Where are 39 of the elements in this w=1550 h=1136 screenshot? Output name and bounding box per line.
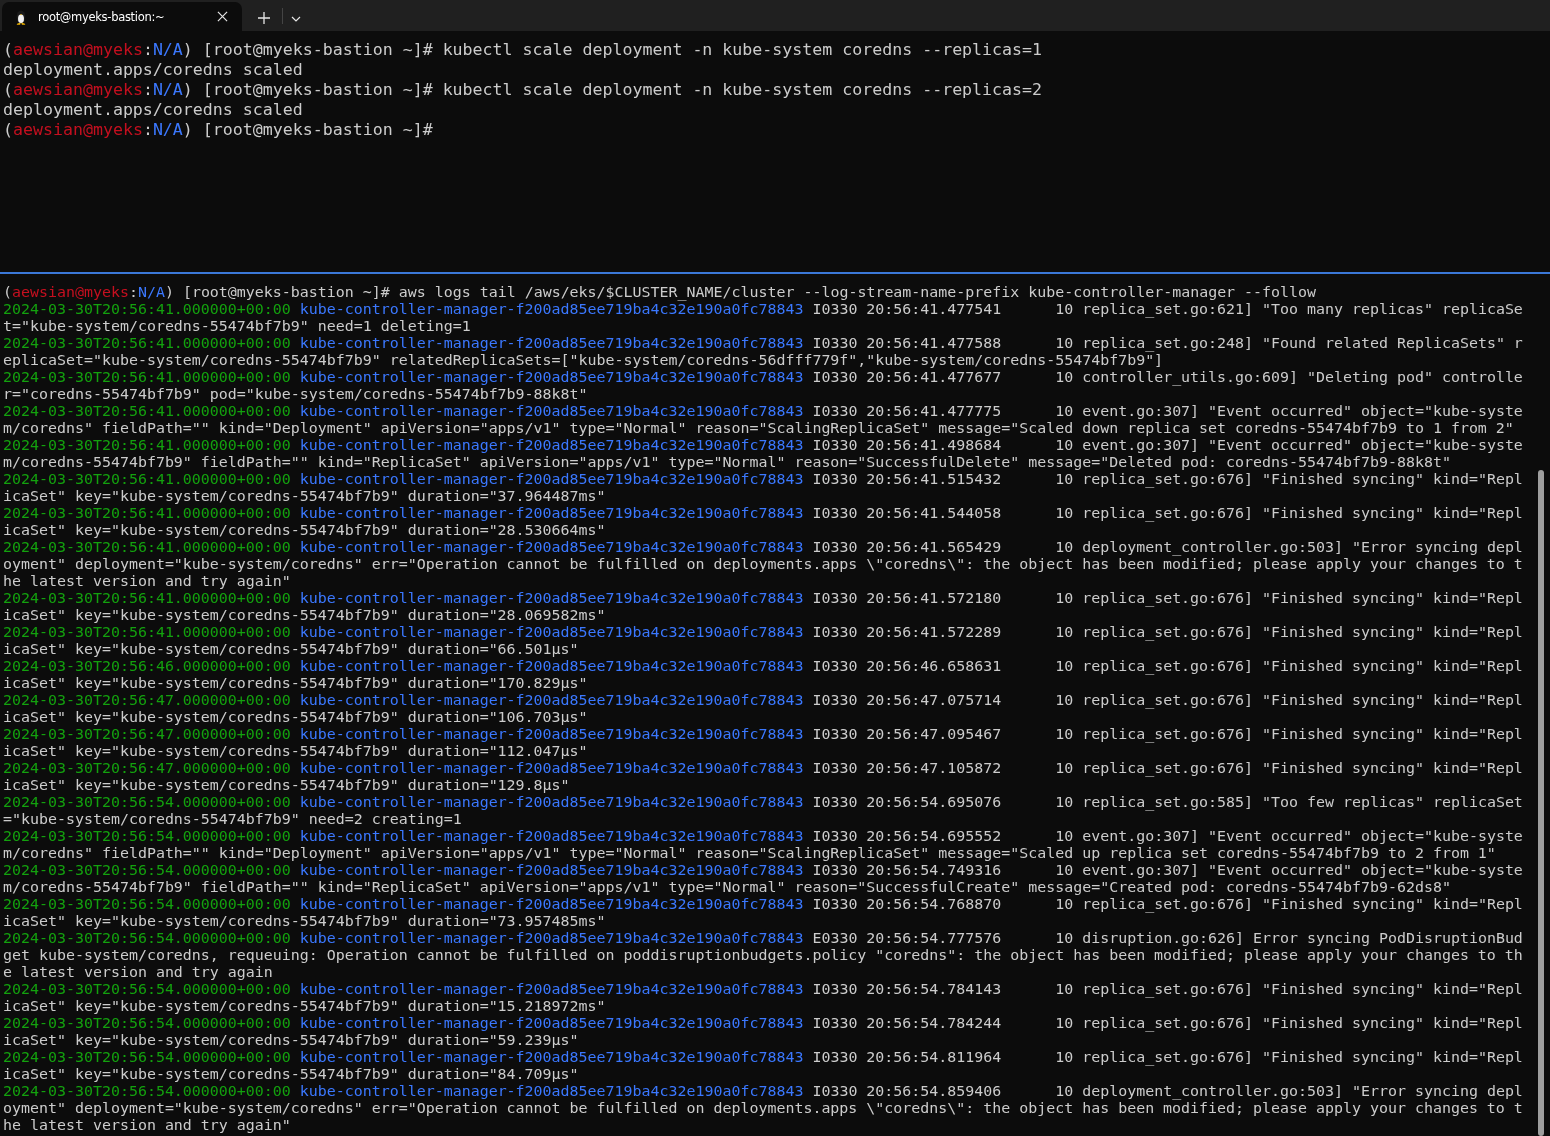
log-entry: 2024-03-30T20:56:54.000000+00:00 kube-controller-manager-f200ad85ee719ba4c32e190a0fc78843 I0330 20:56:54.811964 10 replica_set.go:676] "Finished syncing" kind="ReplicaSet" key="kube-system/coredns-55474bf7b9" duration="84.709µs": [3, 1049, 1524, 1083]
shell-prompt: (aewsian@myeks:N/A) [root@myeks-bastion ~]#: [3, 40, 433, 59]
shell-prompt: (aewsian@myeks:N/A) [root@myeks-bastion ~]#: [3, 283, 390, 301]
log-entry: 2024-03-30T20:56:41.000000+00:00 kube-controller-manager-f200ad85ee719ba4c32e190a0fc78843 I0330 20:56:41.477677 10 controller_utils.go:609] "Deleting pod" controller="coredns-55474bf7b9" pod="kube-system/coredns-55474bf7b9-88k8t": [3, 369, 1524, 403]
log-entry: 2024-03-30T20:56:46.000000+00:00 kube-controller-manager-f200ad85ee719ba4c32e190a0fc78843 I0330 20:56:46.658631 10 replica_set.go:676] "Finished syncing" kind="ReplicaSet" key="kube-system/coredns-55474bf7b9" duration="170.829µs": [3, 658, 1524, 692]
log-entry: 2024-03-30T20:56:41.000000+00:00 kube-controller-manager-f200ad85ee719ba4c32e190a0fc78843 I0330 20:56:41.477541 10 replica_set.go:621] "Too many replicas" replicaSet="kube-system/coredns-55474bf7b9" need=1 deleting=1: [3, 301, 1524, 335]
scrollbar-thumb[interactable]: [1538, 470, 1544, 1136]
penguin-icon: [14, 8, 28, 25]
log-entry: 2024-03-30T20:56:41.000000+00:00 kube-controller-manager-f200ad85ee719ba4c32e190a0fc78843 I0330 20:56:41.572289 10 replica_set.go:676] "Finished syncing" kind="ReplicaSet" key="kube-system/coredns-55474bf7b9" duration="66.501µs": [3, 624, 1524, 658]
log-entry: 2024-03-30T20:56:41.000000+00:00 kube-controller-manager-f200ad85ee719ba4c32e190a0fc78843 I0330 20:56:41.565429 10 deployment_controller.go:503] "Error syncing deployment" deployment="kube-system/coredns" err="Operation cannot be fulfilled on deployments.apps \"coredns\": the object has been modified; please apply your changes to the latest version and try again": [3, 539, 1524, 590]
log-entry: 2024-03-30T20:56:54.000000+00:00 kube-controller-manager-f200ad85ee719ba4c32e190a0fc78843 I0330 20:56:54.695076 10 replica_set.go:585] "Too few replicas" replicaSet="kube-system/coredns-55474bf7b9" need=2 creating=1: [3, 794, 1524, 828]
output-text: deployment.apps/coredns scaled: [3, 100, 303, 119]
tab-title: root@myeks-bastion:~: [38, 9, 166, 24]
log-entry: 2024-03-30T20:56:54.000000+00:00 kube-controller-manager-f200ad85ee719ba4c32e190a0fc78843 I0330 20:56:54.784143 10 replica_set.go:676] "Finished syncing" kind="ReplicaSet" key="kube-system/coredns-55474bf7b9" duration="15.218972ms": [3, 981, 1524, 1015]
log-entry: 2024-03-30T20:56:41.000000+00:00 kube-controller-manager-f200ad85ee719ba4c32e190a0fc78843 I0330 20:56:41.515432 10 replica_set.go:676] "Finished syncing" kind="ReplicaSet" key="kube-system/coredns-55474bf7b9" duration="37.964487ms": [3, 471, 1524, 505]
command-text: kubectl scale deployment -n kube-system coredns --replicas=2: [442, 80, 1043, 99]
close-icon: [217, 11, 228, 22]
log-entry: 2024-03-30T20:56:47.000000+00:00 kube-controller-manager-f200ad85ee719ba4c32e190a0fc78843 I0330 20:56:47.075714 10 replica_set.go:676] "Finished syncing" kind="ReplicaSet" key="kube-system/coredns-55474bf7b9" duration="106.703µs": [3, 692, 1524, 726]
shell-prompt: (aewsian@myeks:N/A) [root@myeks-bastion ~]#: [3, 120, 433, 139]
plus-icon: [258, 12, 270, 24]
log-entry: 2024-03-30T20:56:54.000000+00:00 kube-controller-manager-f200ad85ee719ba4c32e190a0fc78843 I0330 20:56:54.784244 10 replica_set.go:676] "Finished syncing" kind="ReplicaSet" key="kube-system/coredns-55474bf7b9" duration="59.239µs": [3, 1015, 1524, 1049]
terminal-tab[interactable]: root@myeks-bastion:~: [2, 2, 242, 31]
log-entry: 2024-03-30T20:56:47.000000+00:00 kube-controller-manager-f200ad85ee719ba4c32e190a0fc78843 I0330 20:56:47.095467 10 replica_set.go:676] "Finished syncing" kind="ReplicaSet" key="kube-system/coredns-55474bf7b9" duration="112.047µs": [3, 726, 1524, 760]
log-entry: 2024-03-30T20:56:54.000000+00:00 kube-controller-manager-f200ad85ee719ba4c32e190a0fc78843 E0330 20:56:54.777576 10 disruption.go:626] Error syncing PodDisruptionBudget kube-system/coredns, requeuing: Operation cannot be fulfilled on poddisruptionbudgets.policy "coredns": the object has been modified; please apply your changes to the latest version and try again: [3, 930, 1524, 981]
log-entry: 2024-03-30T20:56:41.000000+00:00 kube-controller-manager-f200ad85ee719ba4c32e190a0fc78843 I0330 20:56:41.477775 10 event.go:307] "Event occurred" object="kube-system/coredns" fieldPath="" kind="Deployment" apiVersion="apps/v1" type="Normal" reason="ScalingReplicaSet" message="Scaled down replica set coredns-55474bf7b9 to 1 from 2": [3, 403, 1524, 437]
log-entry: 2024-03-30T20:56:54.000000+00:00 kube-controller-manager-f200ad85ee719ba4c32e190a0fc78843 I0330 20:56:54.768870 10 replica_set.go:676] "Finished syncing" kind="ReplicaSet" key="kube-system/coredns-55474bf7b9" duration="73.957485ms": [3, 896, 1524, 930]
chevron-down-icon: [291, 16, 301, 22]
shell-prompt: (aewsian@myeks:N/A) [root@myeks-bastion ~]#: [3, 80, 433, 99]
log-entry: 2024-03-30T20:56:54.000000+00:00 kube-controller-manager-f200ad85ee719ba4c32e190a0fc78843 I0330 20:56:54.859406 10 deployment_controller.go:503] "Error syncing deployment" deployment="kube-system/coredns" err="Operation cannot be fulfilled on deployments.apps \"coredns\": the object has been modified; please apply your changes to the latest version and try again": [3, 1083, 1524, 1134]
log-entry: 2024-03-30T20:56:41.000000+00:00 kube-controller-manager-f200ad85ee719ba4c32e190a0fc78843 I0330 20:56:41.572180 10 replica_set.go:676] "Finished syncing" kind="ReplicaSet" key="kube-system/coredns-55474bf7b9" duration="28.069582ms": [3, 590, 1524, 624]
command-text: aws logs tail /aws/eks/$CLUSTER_NAME/cluster --log-stream-name-prefix kube-controller-manager --follow: [398, 283, 1317, 301]
log-entry: 2024-03-30T20:56:54.000000+00:00 kube-controller-manager-f200ad85ee719ba4c32e190a0fc78843 I0330 20:56:54.749316 10 event.go:307] "Event occurred" object="kube-system/coredns-55474bf7b9" fieldPath="" kind="ReplicaSet" apiVersion="apps/v1" type="Normal" reason="SuccessfulCreate" message="Created pod: coredns-55474bf7b9-62ds8": [3, 862, 1524, 896]
log-entry: 2024-03-30T20:56:54.000000+00:00 kube-controller-manager-f200ad85ee719ba4c32e190a0fc78843 I0330 20:56:54.695552 10 event.go:307] "Event occurred" object="kube-system/coredns" fieldPath="" kind="Deployment" apiVersion="apps/v1" type="Normal" reason="ScalingReplicaSet" message="Scaled up replica set coredns-55474bf7b9 to 2 from 1": [3, 828, 1524, 862]
output-text: deployment.apps/coredns scaled: [3, 60, 303, 79]
command-text: kubectl scale deployment -n kube-system coredns --replicas=1: [442, 40, 1043, 59]
log-entry: 2024-03-30T20:56:47.000000+00:00 kube-controller-manager-f200ad85ee719ba4c32e190a0fc78843 I0330 20:56:47.105872 10 replica_set.go:676] "Finished syncing" kind="ReplicaSet" key="kube-system/coredns-55474bf7b9" duration="129.8µs": [3, 760, 1524, 794]
log-entry: 2024-03-30T20:56:41.000000+00:00 kube-controller-manager-f200ad85ee719ba4c32e190a0fc78843 I0330 20:56:41.477588 10 replica_set.go:248] "Found related ReplicaSets" replicaSet="kube-system/coredns-55474bf7b9" relatedReplicaSets=["kube-system/coredns-56dfff779f","kube-system/coredns-55474bf7b9"]: [3, 335, 1524, 369]
log-entry: 2024-03-30T20:56:41.000000+00:00 kube-controller-manager-f200ad85ee719ba4c32e190a0fc78843 I0330 20:56:41.498684 10 event.go:307] "Event occurred" object="kube-system/coredns-55474bf7b9" fieldPath="" kind="ReplicaSet" apiVersion="apps/v1" type="Normal" reason="SuccessfulDelete" message="Deleted pod: coredns-55474bf7b9-88k8t": [3, 437, 1524, 471]
log-entry: 2024-03-30T20:56:41.000000+00:00 kube-controller-manager-f200ad85ee719ba4c32e190a0fc78843 I0330 20:56:41.544058 10 replica_set.go:676] "Finished syncing" kind="ReplicaSet" key="kube-system/coredns-55474bf7b9" duration="28.530664ms": [3, 505, 1524, 539]
